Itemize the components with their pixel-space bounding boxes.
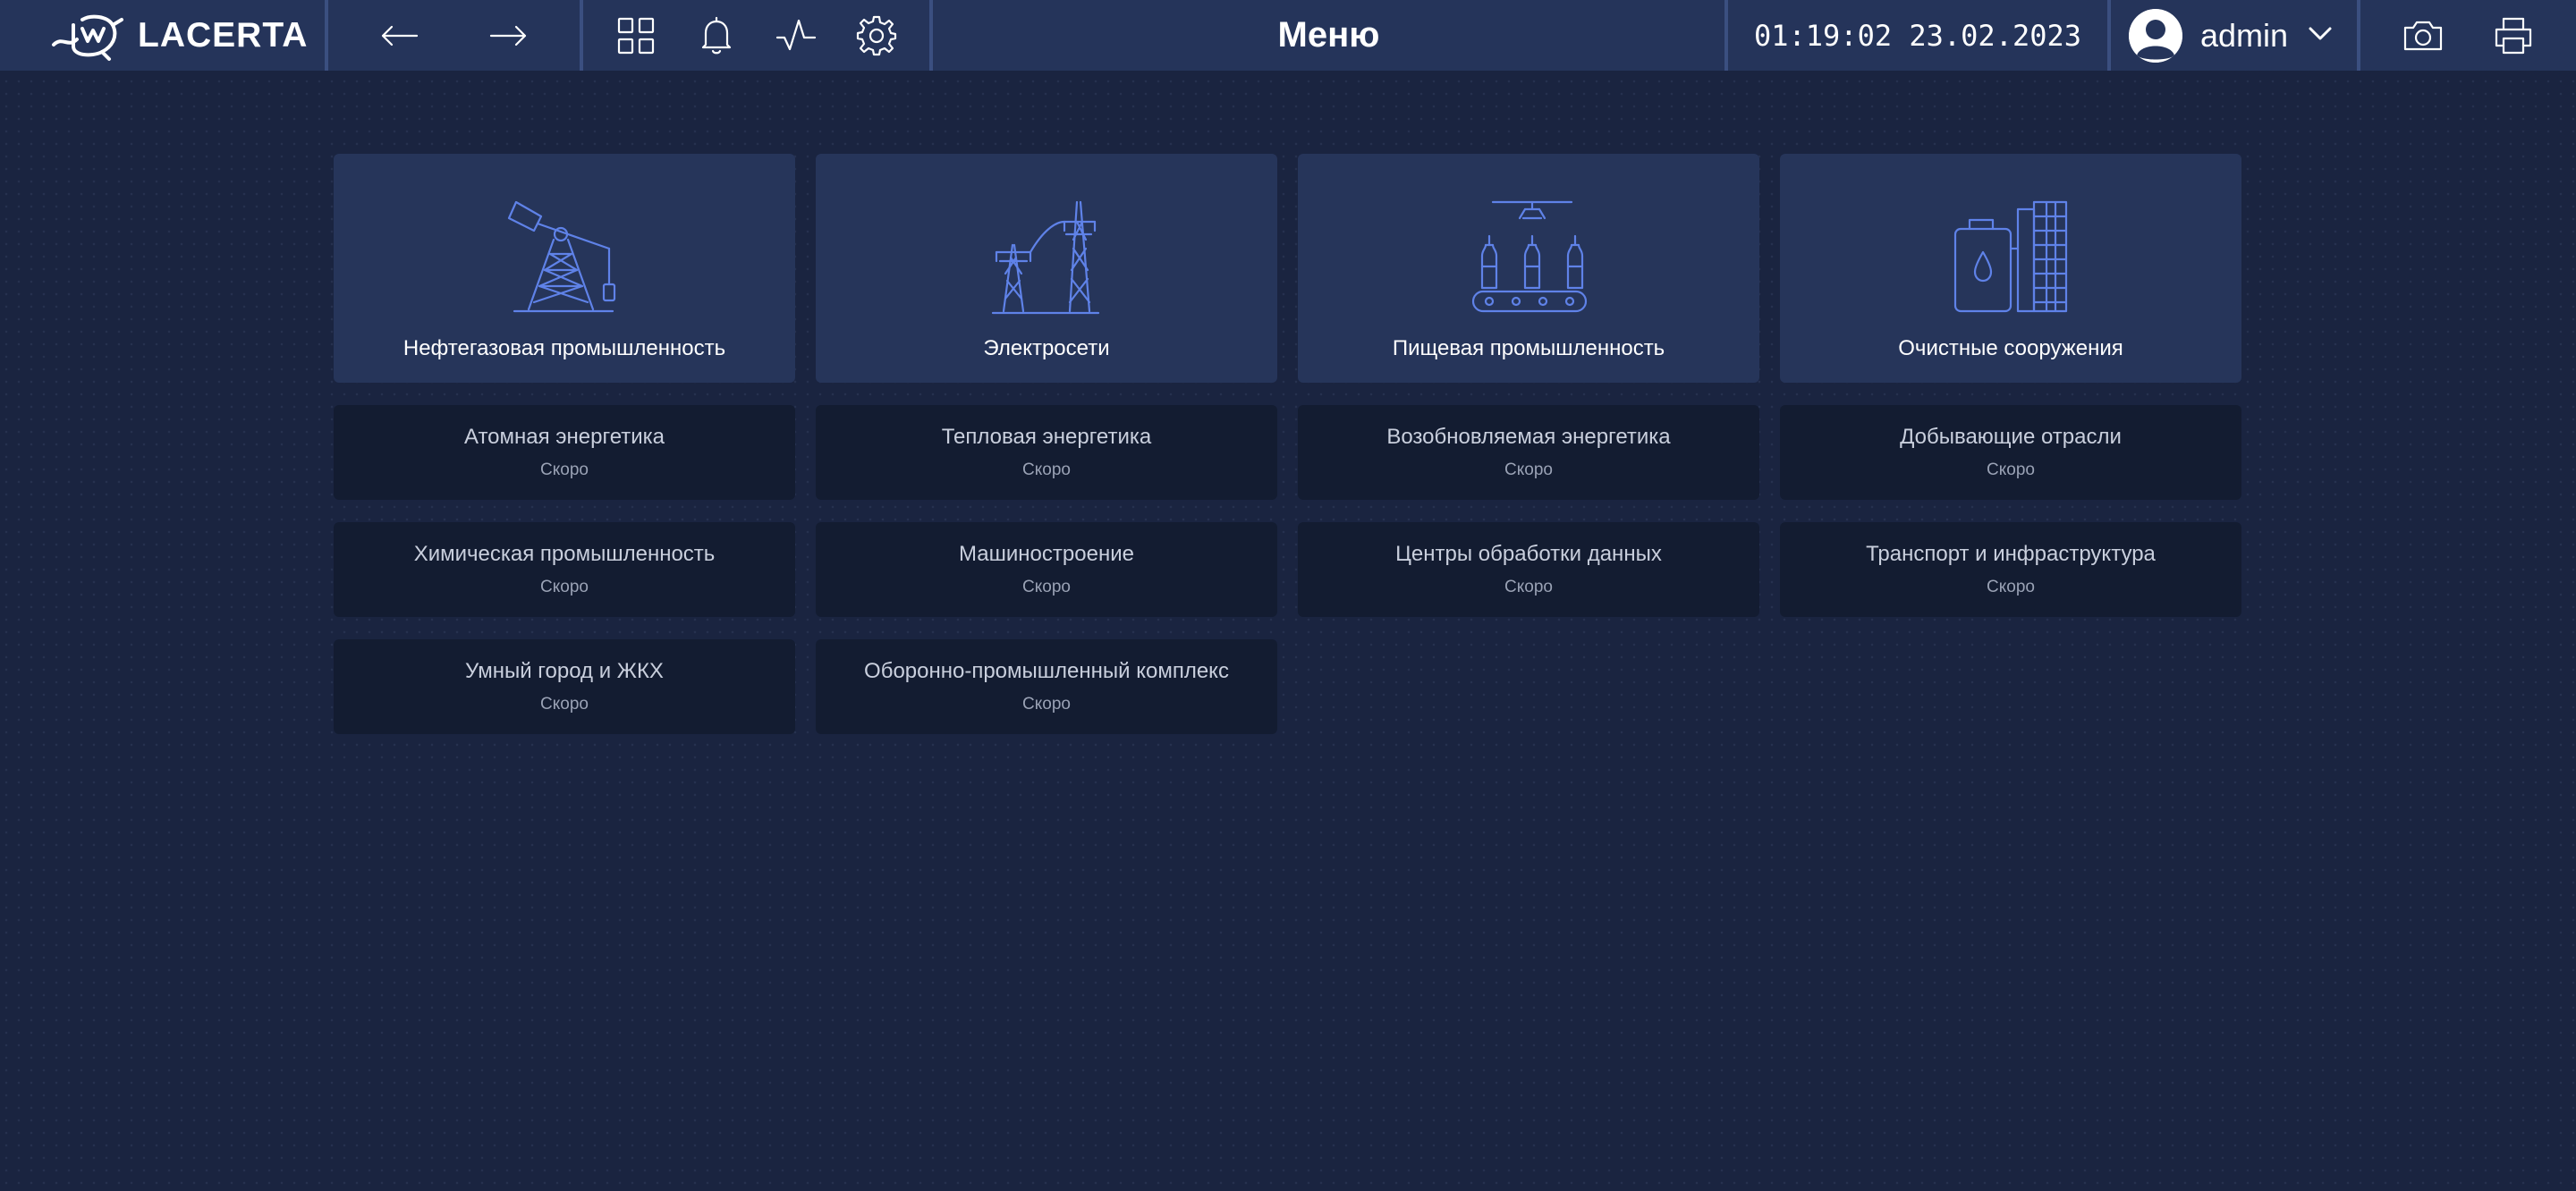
notifications-button[interactable] <box>688 7 745 64</box>
brand-logo[interactable]: LACERTA <box>0 0 325 71</box>
upcoming-card: Возобновляемая энергетика Скоро <box>1298 405 1759 500</box>
upcoming-status: Скоро <box>1987 460 2035 479</box>
username: admin <box>2200 16 2289 54</box>
upcoming-status: Скоро <box>1022 578 1071 596</box>
section-card-food[interactable]: Пищевая промышленность <box>1298 154 1759 383</box>
upcoming-card: Центры обработки данных Скоро <box>1298 522 1759 617</box>
upcoming-status: Скоро <box>1504 578 1553 596</box>
avatar <box>2129 8 2182 63</box>
back-button[interactable] <box>371 7 428 64</box>
title-area: Меню <box>933 0 1724 71</box>
upcoming-label: Добывающие отрасли <box>1900 425 2122 449</box>
upcoming-label: Транспорт и инфраструктура <box>1866 542 2156 566</box>
section-card-treatment[interactable]: Очистные сооружения <box>1780 154 2241 383</box>
upcoming-card: Добывающие отрасли Скоро <box>1780 405 2241 500</box>
upcoming-status: Скоро <box>540 460 589 479</box>
chevron-down-icon <box>2306 19 2334 52</box>
upcoming-status: Скоро <box>1987 578 2035 596</box>
dashboard-button[interactable] <box>607 7 665 64</box>
user-menu[interactable]: admin <box>2111 0 2357 71</box>
pulse-icon <box>776 19 817 50</box>
upcoming-status: Скоро <box>1022 695 1071 714</box>
upcoming-status: Скоро <box>1022 460 1071 479</box>
arrow-left-icon <box>382 25 419 46</box>
upcoming-status: Скоро <box>540 695 589 714</box>
upcoming-label: Химическая промышленность <box>413 542 716 566</box>
section-card-oil-gas[interactable]: Нефтегазовая промышленность <box>334 154 795 383</box>
treatment-plant-icon <box>1953 200 2068 313</box>
page-title: Меню <box>1277 15 1380 55</box>
upcoming-card: Транспорт и инфраструктура Скоро <box>1780 522 2241 617</box>
upcoming-card: Химическая промышленность Скоро <box>334 522 795 617</box>
activity-button[interactable] <box>767 7 825 64</box>
lizard-logo-icon <box>52 14 123 61</box>
upcoming-label: Машиностроение <box>959 542 1134 566</box>
gear-icon <box>857 15 897 55</box>
grid-icon <box>617 17 654 54</box>
power-line-icon <box>991 200 1100 315</box>
bell-icon <box>701 16 731 54</box>
upcoming-label: Возобновляемая энергетика <box>1386 425 1671 449</box>
menu-grid: Нефтегазовая промышленность Электросети <box>334 154 2241 734</box>
printer-icon <box>2495 17 2531 54</box>
section-label: Очистные сооружения <box>1898 336 2123 360</box>
section-label: Электросети <box>983 336 1110 360</box>
user-icon <box>2129 8 2182 63</box>
upcoming-label: Центры обработки данных <box>1395 542 1662 566</box>
upcoming-card: Атомная энергетика Скоро <box>334 405 795 500</box>
upcoming-label: Умный город и ЖКХ <box>465 659 664 683</box>
datetime-display: 01:19:02 23.02.2023 <box>1753 18 2082 53</box>
upcoming-label: Оборонно-промышленный комплекс <box>864 659 1229 683</box>
upcoming-card: Машиностроение Скоро <box>816 522 1277 617</box>
section-label: Пищевая промышленность <box>1392 336 1665 360</box>
camera-icon <box>2404 21 2443 50</box>
upcoming-label: Тепловая энергетика <box>941 425 1152 449</box>
arrow-right-icon <box>489 25 526 46</box>
forward-button[interactable] <box>479 7 537 64</box>
oil-pump-icon <box>507 200 616 313</box>
tools-group <box>583 0 929 71</box>
upcoming-card: Умный город и ЖКХ Скоро <box>334 639 795 734</box>
settings-button[interactable] <box>848 7 905 64</box>
print-button[interactable] <box>2485 7 2542 64</box>
top-bar: LACERTA Меню 01:19:02 23.02.2023 admin <box>0 0 2576 71</box>
screenshot-button[interactable] <box>2394 7 2452 64</box>
upcoming-card: Оборонно-промышленный комплекс Скоро <box>816 639 1277 734</box>
navigation-group <box>328 0 580 71</box>
upcoming-status: Скоро <box>1504 460 1553 479</box>
upcoming-label: Атомная энергетика <box>463 425 665 449</box>
upcoming-card: Тепловая энергетика Скоро <box>816 405 1277 500</box>
actions-group <box>2360 0 2576 71</box>
upcoming-status: Скоро <box>540 578 589 596</box>
brand-name: LACERTA <box>138 15 309 55</box>
section-label: Нефтегазовая промышленность <box>402 336 726 360</box>
section-card-power-grid[interactable]: Электросети <box>816 154 1277 383</box>
bottling-conveyor-icon <box>1471 200 1588 313</box>
